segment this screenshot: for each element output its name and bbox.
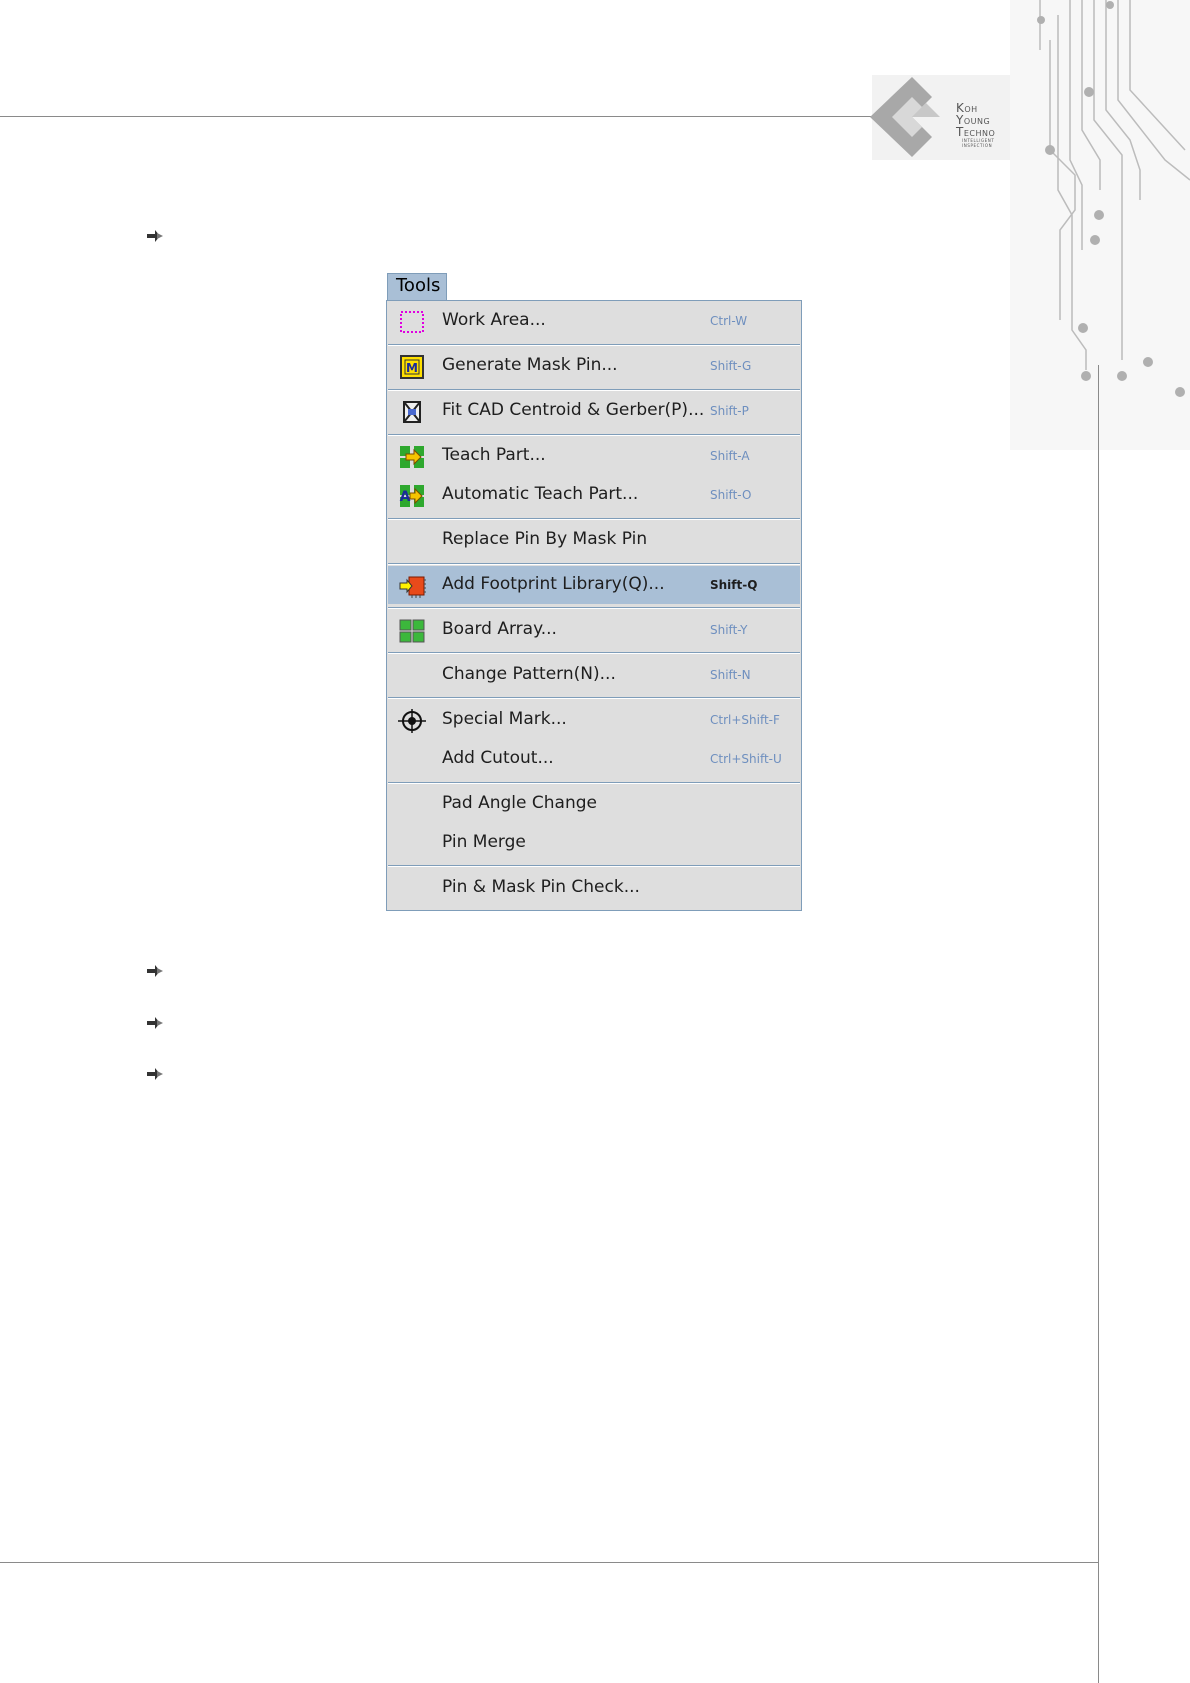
menu-separator — [388, 389, 800, 391]
menu-item-label: Automatic Teach Part... — [442, 484, 639, 504]
menu-item-shortcut: Shift-Y — [710, 623, 748, 637]
auto-teach-icon: A — [400, 485, 424, 507]
menu-item-fit-cad-centroid[interactable]: Fit CAD Centroid & Gerber(P)... Shift-P — [388, 392, 800, 430]
menu-item-pin-mask-pin-check[interactable]: Pin & Mask Pin Check... — [388, 869, 800, 907]
menu-item-label: Pin & Mask Pin Check... — [442, 877, 640, 897]
menu-item-label: Fit CAD Centroid & Gerber(P)... — [442, 400, 705, 420]
menu-item-teach-part[interactable]: Teach Part... Shift-A — [388, 437, 800, 475]
menu-item-label: Teach Part... — [442, 445, 546, 465]
fit-cad-icon — [403, 401, 421, 423]
menu-separator — [388, 652, 800, 654]
circuit-decoration — [1010, 0, 1190, 450]
menu-item-shortcut: Shift-O — [710, 488, 752, 502]
board-array-icon — [399, 619, 425, 643]
menu-item-board-array[interactable]: Board Array... Shift-Y — [388, 611, 800, 649]
menu-separator — [388, 865, 800, 867]
svg-text:M: M — [406, 361, 418, 375]
menu-item-pad-angle-change[interactable]: Pad Angle Change — [388, 785, 800, 823]
footprint-library-icon — [399, 576, 426, 598]
menu-separator — [388, 434, 800, 436]
menu-item-shortcut: Shift-G — [710, 359, 752, 373]
header-rule — [0, 116, 880, 117]
menu-separator — [388, 782, 800, 784]
menu-item-add-cutout[interactable]: Add Cutout... Ctrl+Shift-U — [388, 740, 800, 778]
menu-item-work-area[interactable]: Work Area... Ctrl-W — [388, 302, 800, 340]
menu-item-shortcut: Ctrl-W — [710, 314, 748, 328]
menu-item-special-mark[interactable]: Special Mark... Ctrl+Shift-F — [388, 701, 800, 739]
bullet-arrow-icon — [147, 1068, 163, 1080]
menu-separator — [388, 344, 800, 346]
menu-item-label: Work Area... — [442, 310, 546, 330]
menu-separator — [388, 697, 800, 699]
crosshair-icon — [398, 709, 426, 733]
logo-text: Koh Young Techno INTELLIGENT INSPECTION — [956, 101, 996, 148]
menu-item-generate-mask-pin[interactable]: M Generate Mask Pin... Shift-G — [388, 347, 800, 385]
menu-item-label: Board Array... — [442, 619, 557, 639]
menu-item-label: Special Mark... — [442, 709, 567, 729]
menu-item-shortcut: Shift-A — [710, 449, 750, 463]
menu-item-automatic-teach-part[interactable]: A Automatic Teach Part... Shift-O — [388, 476, 800, 514]
menu-item-label: Add Cutout... — [442, 748, 554, 768]
menu-separator — [388, 518, 800, 520]
right-margin-rule — [1098, 365, 1099, 1683]
tools-dropdown-menu: Work Area... Ctrl-W M Generate Mask Pin.… — [386, 300, 802, 911]
menu-item-replace-pin[interactable]: Replace Pin By Mask Pin — [388, 521, 800, 559]
menu-item-change-pattern[interactable]: Change Pattern(N)... Shift-N — [388, 656, 800, 694]
menu-item-label: Change Pattern(N)... — [442, 664, 616, 684]
svg-text:A: A — [400, 489, 411, 505]
bullet-arrow-icon — [147, 230, 163, 242]
menu-item-shortcut: Shift-Q — [710, 578, 758, 592]
menu-item-label: Generate Mask Pin... — [442, 355, 618, 375]
menu-separator — [388, 563, 800, 565]
menu-item-shortcut: Shift-N — [710, 668, 751, 682]
tools-menu-title[interactable]: Tools — [387, 273, 447, 300]
menu-item-label: Add Footprint Library(Q)... — [442, 574, 665, 594]
menu-item-shortcut: Ctrl+Shift-F — [710, 713, 780, 727]
menu-separator — [388, 607, 800, 609]
bullet-arrow-icon — [147, 1017, 163, 1029]
work-area-icon — [400, 311, 424, 333]
menu-item-shortcut: Shift-P — [710, 404, 749, 418]
menu-item-label: Pad Angle Change — [442, 793, 597, 813]
mask-pin-icon: M — [400, 355, 424, 379]
teach-part-icon — [400, 446, 424, 468]
footer-rule — [0, 1562, 1098, 1563]
menu-item-label: Replace Pin By Mask Pin — [442, 529, 648, 549]
bullet-arrow-icon — [147, 965, 163, 977]
menu-item-add-footprint-library[interactable]: Add Footprint Library(Q)... Shift-Q — [388, 566, 800, 604]
menu-item-pin-merge[interactable]: Pin Merge — [388, 824, 800, 862]
menu-item-shortcut: Ctrl+Shift-U — [710, 752, 782, 766]
menu-item-label: Pin Merge — [442, 832, 526, 852]
